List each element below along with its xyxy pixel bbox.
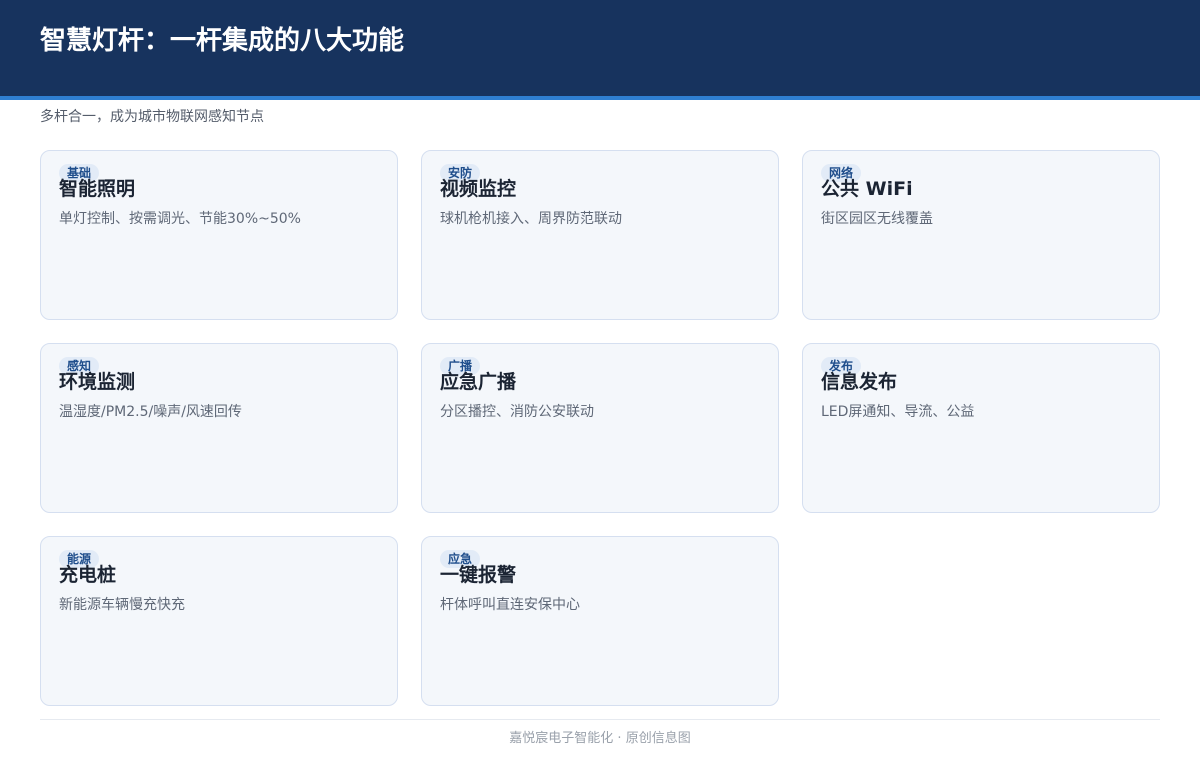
header-banner: 智慧灯杆：一杆集成的八大功能 [0,0,1200,100]
page-title: 智慧灯杆：一杆集成的八大功能 [40,26,405,56]
page-subtitle: 多杆合一，成为城市物联网感知节点 [40,109,264,125]
feature-card-video: 安防 视频监控 球机枪机接入、周界防范联动 [421,150,779,320]
feature-card-info-display: 发布 信息发布 LED屏通知、导流、公益 [802,343,1160,513]
feature-card-lighting: 基础 智能照明 单灯控制、按需调光、节能30%~50% [40,150,398,320]
card-description: 杆体呼叫直连安保中心 [440,597,580,613]
card-description: 分区播控、消防公安联动 [440,404,594,420]
feature-card-charging: 能源 充电桩 新能源车辆慢充快充 [40,536,398,706]
card-description: 球机枪机接入、周界防范联动 [440,211,622,227]
card-title: 一键报警 [440,564,517,586]
footer-credit: 嘉悦宸电子智能化 · 原创信息图 [509,731,691,746]
card-description: LED屏通知、导流、公益 [821,404,975,420]
card-title: 应急广播 [440,371,517,393]
feature-card-alarm: 应急 一键报警 杆体呼叫直连安保中心 [421,536,779,706]
card-description: 温湿度/PM2.5/噪声/风速回传 [59,404,242,420]
card-title: 智能照明 [59,178,136,200]
card-description: 单灯控制、按需调光、节能30%~50% [59,211,301,227]
card-title: 充电桩 [59,564,117,586]
card-description: 新能源车辆慢充快充 [59,597,185,613]
feature-grid: 基础 智能照明 单灯控制、按需调光、节能30%~50% 安防 视频监控 球机枪机… [40,150,1160,706]
feature-card-wifi: 网络 公共 WiFi 街区园区无线覆盖 [802,150,1160,320]
card-title: 公共 WiFi [821,178,913,200]
footer-divider [40,719,1160,720]
card-title: 环境监测 [59,371,136,393]
feature-card-environment: 感知 环境监测 温湿度/PM2.5/噪声/风速回传 [40,343,398,513]
feature-card-broadcast: 广播 应急广播 分区播控、消防公安联动 [421,343,779,513]
card-title: 信息发布 [821,371,898,393]
card-description: 街区园区无线覆盖 [821,211,933,227]
card-title: 视频监控 [440,178,517,200]
